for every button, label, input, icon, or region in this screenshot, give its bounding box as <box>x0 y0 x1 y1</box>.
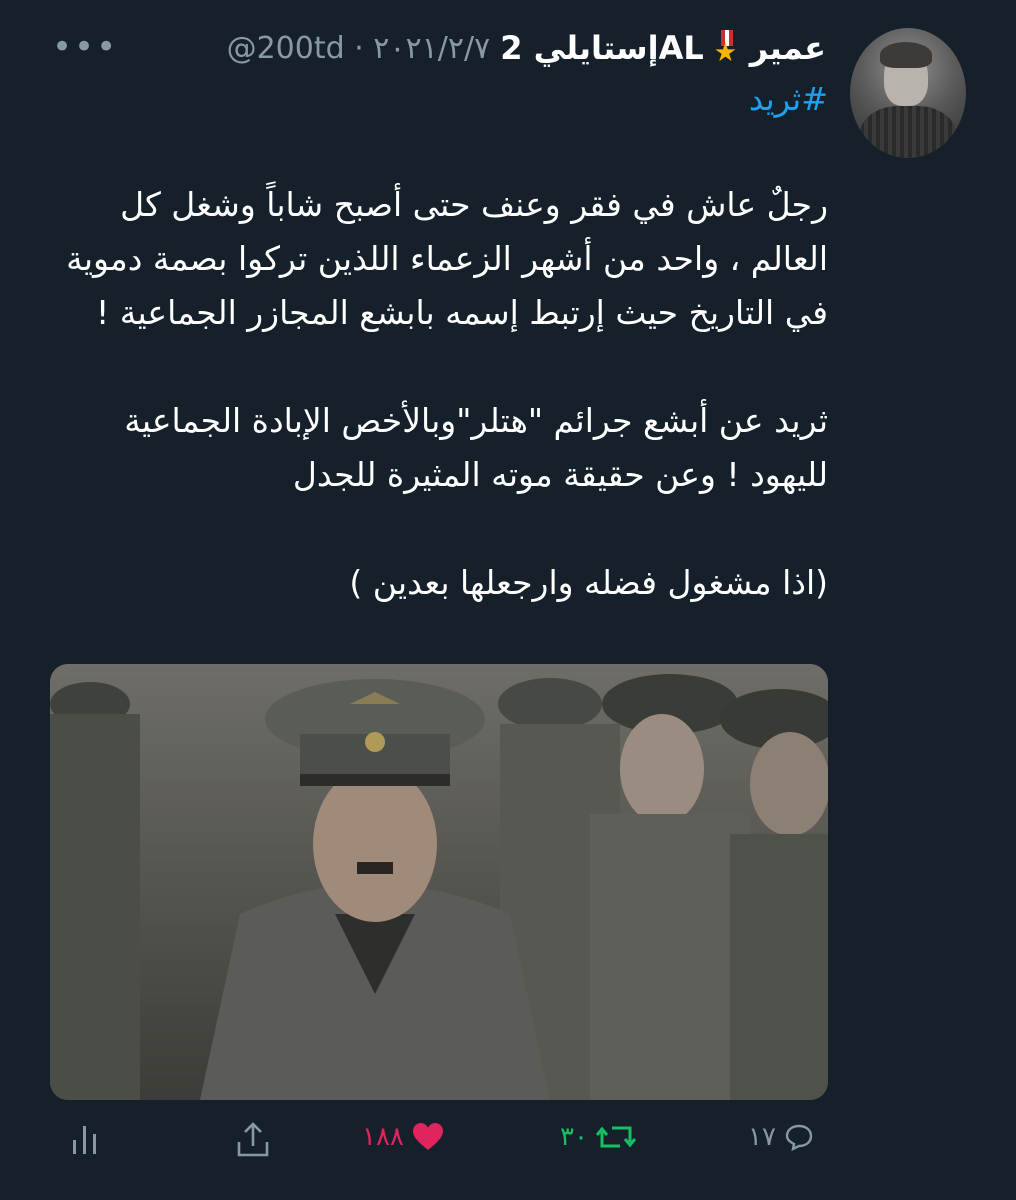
share-icon <box>237 1122 269 1157</box>
avatar[interactable] <box>850 28 966 158</box>
tweet-paragraph: (اذا مشغول فضله وارجعلها بعدين ) <box>349 563 828 602</box>
display-name[interactable]: عمير <box>750 29 826 67</box>
display-name-secondary[interactable]: إستايلي 2AL <box>500 29 704 67</box>
tweet-text: رجلٌ عاش في فقر وعنف حتى أصبح شاباً وشغل… <box>48 178 828 664</box>
tweet: عمير ★ إستايلي 2AL @200td · ٢٠٢١/٢/٧ •••… <box>0 0 1016 1200</box>
reply-count: ١٧ <box>748 1122 776 1152</box>
hashtag-link[interactable]: #ثريد <box>749 80 828 118</box>
analytics-icon <box>73 1126 96 1154</box>
tweet-paragraph: رجلٌ عاش في فقر وعنف حتى أصبح شاباً وشغل… <box>66 185 828 332</box>
tweet-header: عمير ★ إستايلي 2AL @200td · ٢٠٢١/٢/٧ <box>227 28 826 68</box>
heart-icon <box>412 1123 443 1150</box>
reply-icon <box>785 1124 813 1152</box>
tweet-media-photo[interactable] <box>50 664 828 1100</box>
like-action[interactable]: ١٨٨ <box>362 1122 444 1152</box>
tweet-paragraph: ثريد عن أبشع جرائم "هتلر"وبالأخص الإبادة… <box>124 401 828 494</box>
analytics-action[interactable] <box>70 1122 100 1156</box>
avatar-torso <box>860 106 956 158</box>
reply-action[interactable]: ١٧ <box>748 1122 814 1152</box>
like-count: ١٨٨ <box>362 1122 404 1152</box>
retweet-icon <box>595 1126 636 1148</box>
handle-and-date[interactable]: @200td · ٢٠٢١/٢/٧ <box>227 31 491 66</box>
more-options-icon[interactable]: ••• <box>52 30 118 64</box>
medal-icon: ★ <box>714 30 740 66</box>
retweet-action[interactable]: ٣٠ <box>560 1122 636 1152</box>
share-action[interactable] <box>236 1122 270 1158</box>
avatar-hair <box>880 42 932 68</box>
retweet-count: ٣٠ <box>560 1122 588 1152</box>
tweet-actions: ١٧ ٣٠ ١٨٨ <box>0 1122 1016 1172</box>
photo-illustration <box>50 664 828 1100</box>
